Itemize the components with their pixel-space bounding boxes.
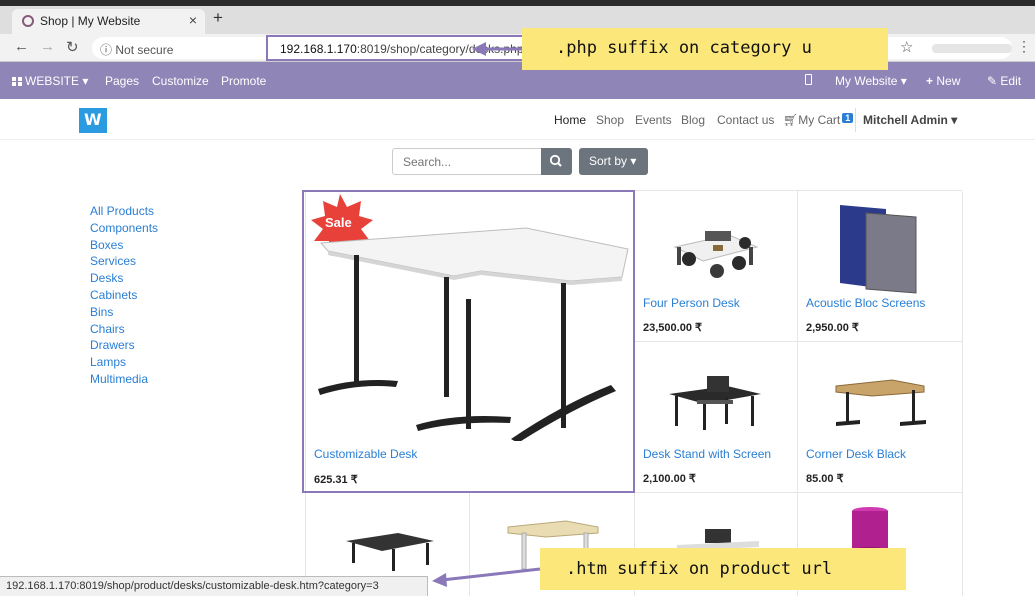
url-path: :8019/shop/category/desks.php bbox=[356, 42, 524, 56]
product-card[interactable]: Acoustic Bloc Screens 2,950.00 ₹ bbox=[798, 191, 963, 342]
htm-suffix-callout: .htm suffix on product url bbox=[540, 548, 906, 590]
user-name: Mitchell Admin bbox=[863, 113, 948, 127]
featured-product-highlight bbox=[302, 190, 635, 493]
new-button[interactable]: + New bbox=[926, 74, 960, 88]
browser-tab[interactable]: Shop | My Website × bbox=[12, 9, 205, 34]
product-card[interactable]: Desk Stand with Screen 2,100.00 ₹ bbox=[635, 342, 798, 493]
new-tab-button[interactable]: + bbox=[213, 8, 223, 28]
user-menu[interactable]: Mitchell Admin ▾ bbox=[863, 113, 957, 127]
plus-icon: + bbox=[926, 74, 934, 88]
website-menu[interactable]: WEBSITE ▾ bbox=[12, 74, 88, 88]
nav-cart[interactable]: 🛒︎My Cart 1 bbox=[783, 113, 854, 127]
close-tab-icon[interactable]: × bbox=[189, 12, 197, 28]
product-price: 85.00 ₹ bbox=[806, 473, 844, 485]
website-menu-label: WEBSITE bbox=[25, 74, 80, 88]
cart-label: My Cart bbox=[798, 113, 841, 127]
info-icon: ⓘ bbox=[100, 43, 113, 57]
security-indicator: ⓘ Not secure bbox=[100, 41, 173, 58]
search-icon bbox=[549, 154, 562, 167]
forward-arrow-icon[interactable]: → bbox=[40, 38, 55, 55]
pages-menu[interactable]: Pages bbox=[105, 74, 139, 88]
product-card[interactable]: Corner Desk Black 85.00 ₹ bbox=[798, 342, 963, 493]
product-name[interactable]: Acoustic Bloc Screens bbox=[806, 296, 925, 310]
url-text[interactable]: 192.168.1.170:8019/shop/category/desks.p… bbox=[280, 42, 524, 56]
sort-label: Sort by bbox=[589, 154, 628, 168]
customize-menu[interactable]: Customize bbox=[152, 74, 209, 88]
cart-count-badge: 1 bbox=[842, 113, 854, 123]
php-suffix-callout: .php suffix on category u bbox=[522, 28, 888, 70]
new-label: New bbox=[936, 74, 961, 88]
product-image-corner-desk bbox=[835, 379, 926, 426]
website-header: W Home Shop Events Blog Contact us 🛒︎My … bbox=[0, 99, 1035, 140]
category-link[interactable]: Chairs bbox=[90, 321, 158, 338]
category-link[interactable]: Components bbox=[90, 220, 158, 237]
site-logo[interactable]: W bbox=[79, 108, 107, 133]
mobile-preview-icon[interactable] bbox=[805, 74, 812, 85]
product-name[interactable]: Four Person Desk bbox=[643, 296, 740, 310]
promote-menu[interactable]: Promote bbox=[221, 74, 266, 88]
product-image-desk-stand-screen bbox=[669, 376, 761, 430]
link-status-bar: 192.168.1.170:8019/shop/product/desks/cu… bbox=[0, 576, 428, 596]
browser-menu-icon[interactable]: ⋮ bbox=[1017, 38, 1031, 55]
extensions-area bbox=[932, 44, 1012, 53]
pencil-icon: ✎ bbox=[987, 74, 998, 88]
cart-icon: 🛒︎ bbox=[783, 113, 799, 127]
odoo-favicon-icon bbox=[22, 15, 34, 27]
product-price: 2,950.00 ₹ bbox=[806, 322, 859, 334]
product-card[interactable]: Four Person Desk 23,500.00 ₹ bbox=[635, 191, 798, 342]
bookmark-star-icon[interactable]: ☆ bbox=[900, 38, 913, 56]
nav-contact[interactable]: Contact us bbox=[717, 113, 774, 127]
edit-label: Edit bbox=[1000, 74, 1022, 88]
product-price: 23,500.00 ₹ bbox=[643, 322, 702, 334]
category-list: All Products Components Boxes Services D… bbox=[90, 203, 158, 388]
url-host: 192.168.1.170 bbox=[280, 42, 357, 56]
url-highlight-box: 192.168.1.170:8019/shop/category/desks.p… bbox=[266, 35, 561, 61]
product-search-input[interactable] bbox=[392, 148, 542, 175]
product-price: 2,100.00 ₹ bbox=[643, 473, 696, 485]
sort-by-dropdown[interactable]: Sort by ▾ bbox=[579, 148, 648, 175]
nav-blog[interactable]: Blog bbox=[681, 113, 705, 127]
category-link[interactable]: Lamps bbox=[90, 354, 158, 371]
nav-shop[interactable]: Shop bbox=[596, 113, 624, 127]
nav-divider bbox=[855, 108, 856, 132]
edit-button[interactable]: ✎ Edit bbox=[987, 74, 1021, 88]
category-link[interactable]: Services bbox=[90, 253, 158, 270]
back-arrow-icon[interactable]: ← bbox=[14, 38, 29, 55]
tab-title: Shop | My Website bbox=[40, 14, 141, 28]
product-image-desk bbox=[346, 533, 434, 571]
reload-icon[interactable]: ↻ bbox=[66, 38, 79, 56]
search-button[interactable] bbox=[541, 148, 572, 175]
apps-grid-icon bbox=[12, 77, 22, 86]
logo-mark-icon: W bbox=[84, 110, 102, 129]
nav-home[interactable]: Home bbox=[554, 113, 586, 127]
product-name[interactable]: Desk Stand with Screen bbox=[643, 447, 771, 461]
category-link[interactable]: Multimedia bbox=[90, 371, 158, 388]
category-link[interactable]: Desks bbox=[90, 270, 158, 287]
security-label: Not secure bbox=[115, 43, 174, 57]
category-link[interactable]: Boxes bbox=[90, 237, 158, 254]
site-switcher-label: My Website bbox=[835, 74, 898, 88]
nav-events[interactable]: Events bbox=[635, 113, 672, 127]
product-image-acoustic-screens bbox=[840, 205, 917, 294]
product-name[interactable]: Corner Desk Black bbox=[806, 447, 906, 461]
category-link[interactable]: Bins bbox=[90, 304, 158, 321]
category-link[interactable]: All Products bbox=[90, 203, 158, 220]
category-link[interactable]: Cabinets bbox=[90, 287, 158, 304]
product-image-four-person-desk bbox=[673, 231, 759, 278]
category-link[interactable]: Drawers bbox=[90, 337, 158, 354]
site-switcher[interactable]: My Website ▾ bbox=[835, 74, 907, 88]
